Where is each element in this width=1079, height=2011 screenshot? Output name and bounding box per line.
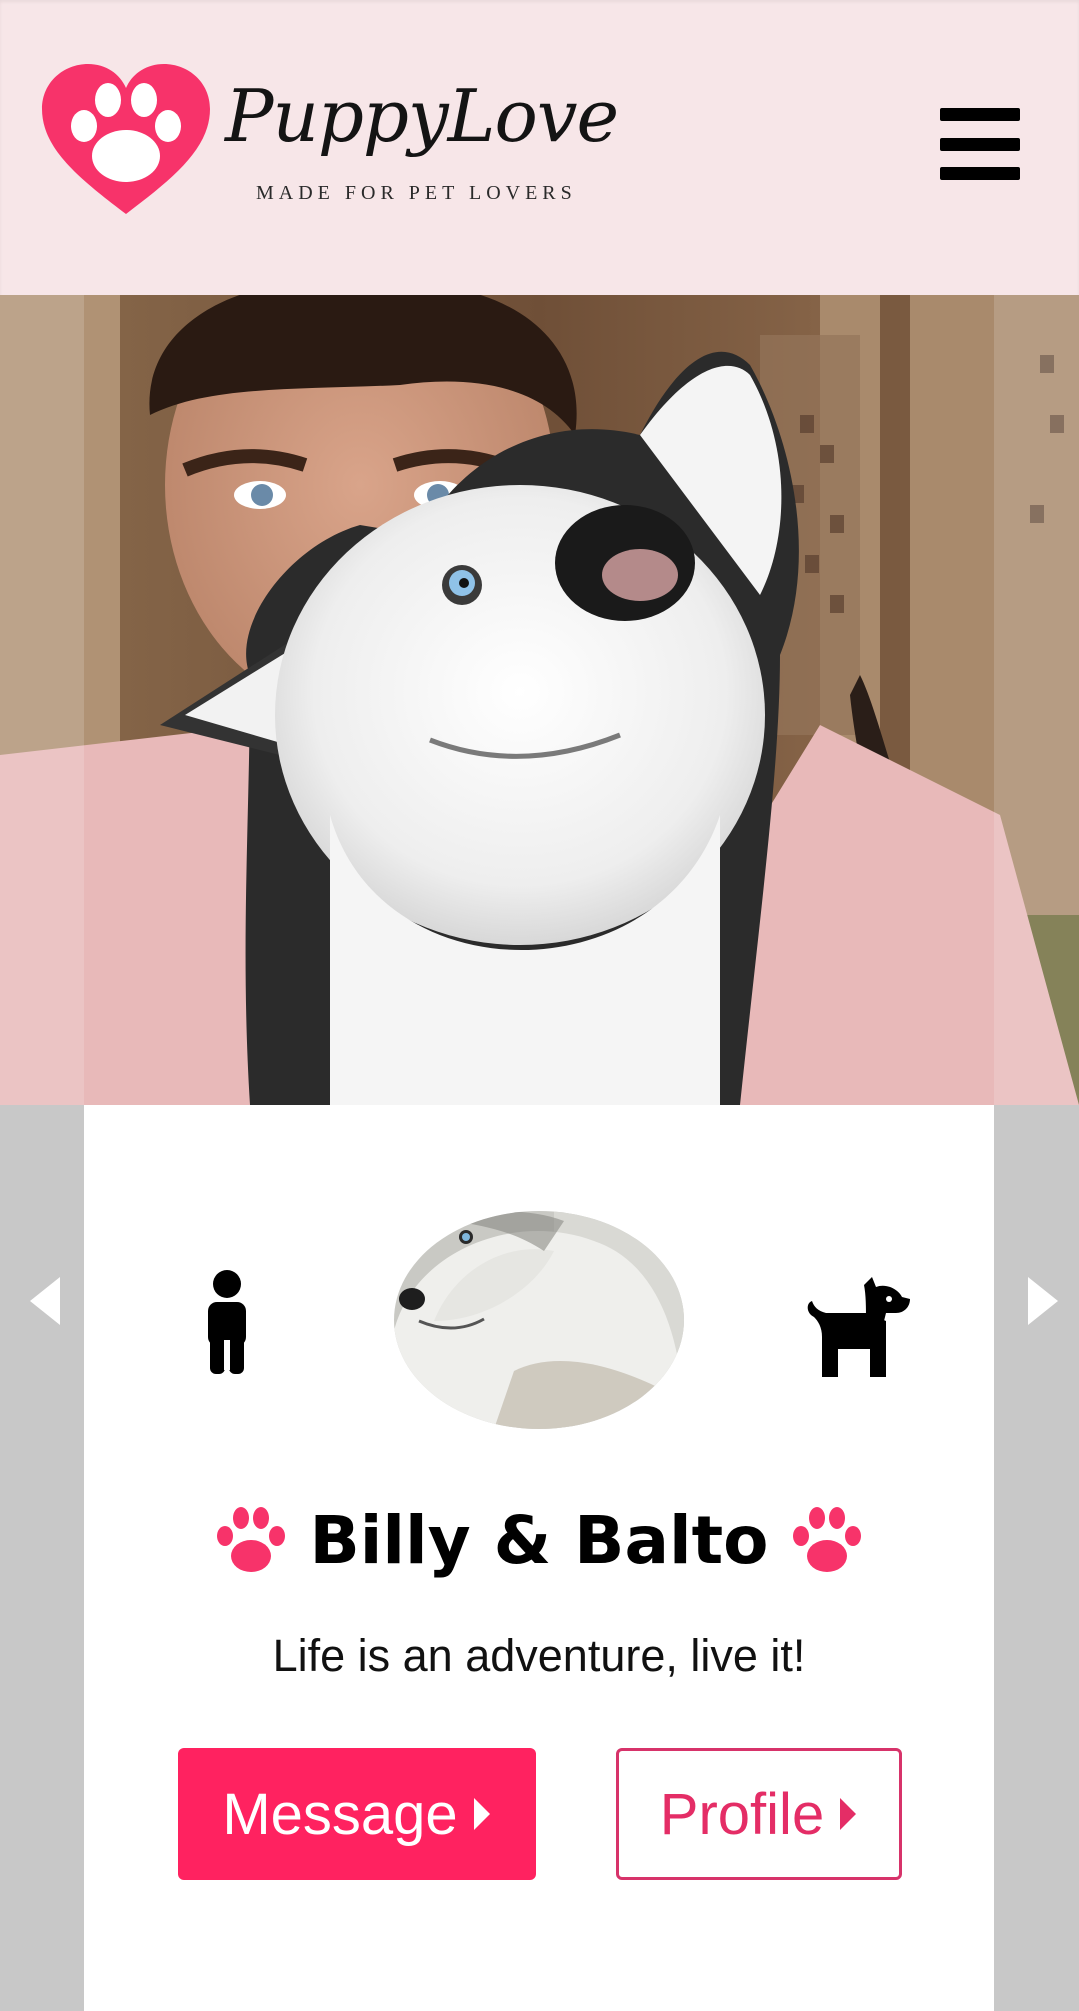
hamburger-menu-icon[interactable] [940,108,1020,180]
brand-name: PuppyLove [225,74,619,158]
triangle-right-icon[interactable] [1022,1275,1062,1327]
profile-name-row: Billy & Balto [84,1495,994,1585]
profile-bio: Life is an adventure, live it! [272,1630,806,1681]
profile-button[interactable]: Profile [616,1748,902,1880]
app-screen: PuppyLove MADE FOR PET LOVERS Billy & Ba… [0,0,1079,2011]
brand-logo[interactable]: PuppyLove MADE FOR PET LOVERS [40,64,620,234]
top-header: PuppyLove MADE FOR PET LOVERS [0,0,1079,295]
person-icon [208,1270,246,1374]
brand-tagline: MADE FOR PET LOVERS [256,182,577,204]
dog-icon [807,1277,910,1377]
hero-photo [0,295,1079,1105]
message-button-label: Message [222,1781,458,1847]
profile-name: Billy & Balto [309,1501,769,1579]
paw-icon [217,1507,286,1572]
paw-icon [792,1507,861,1572]
paw-heart-icon [42,64,210,214]
avatar[interactable] [394,1211,684,1429]
message-button[interactable]: Message [178,1748,536,1880]
caret-right-icon [840,1798,857,1830]
profile-card: Billy & Balto Life is an adventure, live… [84,1105,994,2011]
triangle-left-icon[interactable] [26,1275,66,1327]
profile-button-label: Profile [659,1781,825,1847]
caret-right-icon [473,1798,490,1830]
